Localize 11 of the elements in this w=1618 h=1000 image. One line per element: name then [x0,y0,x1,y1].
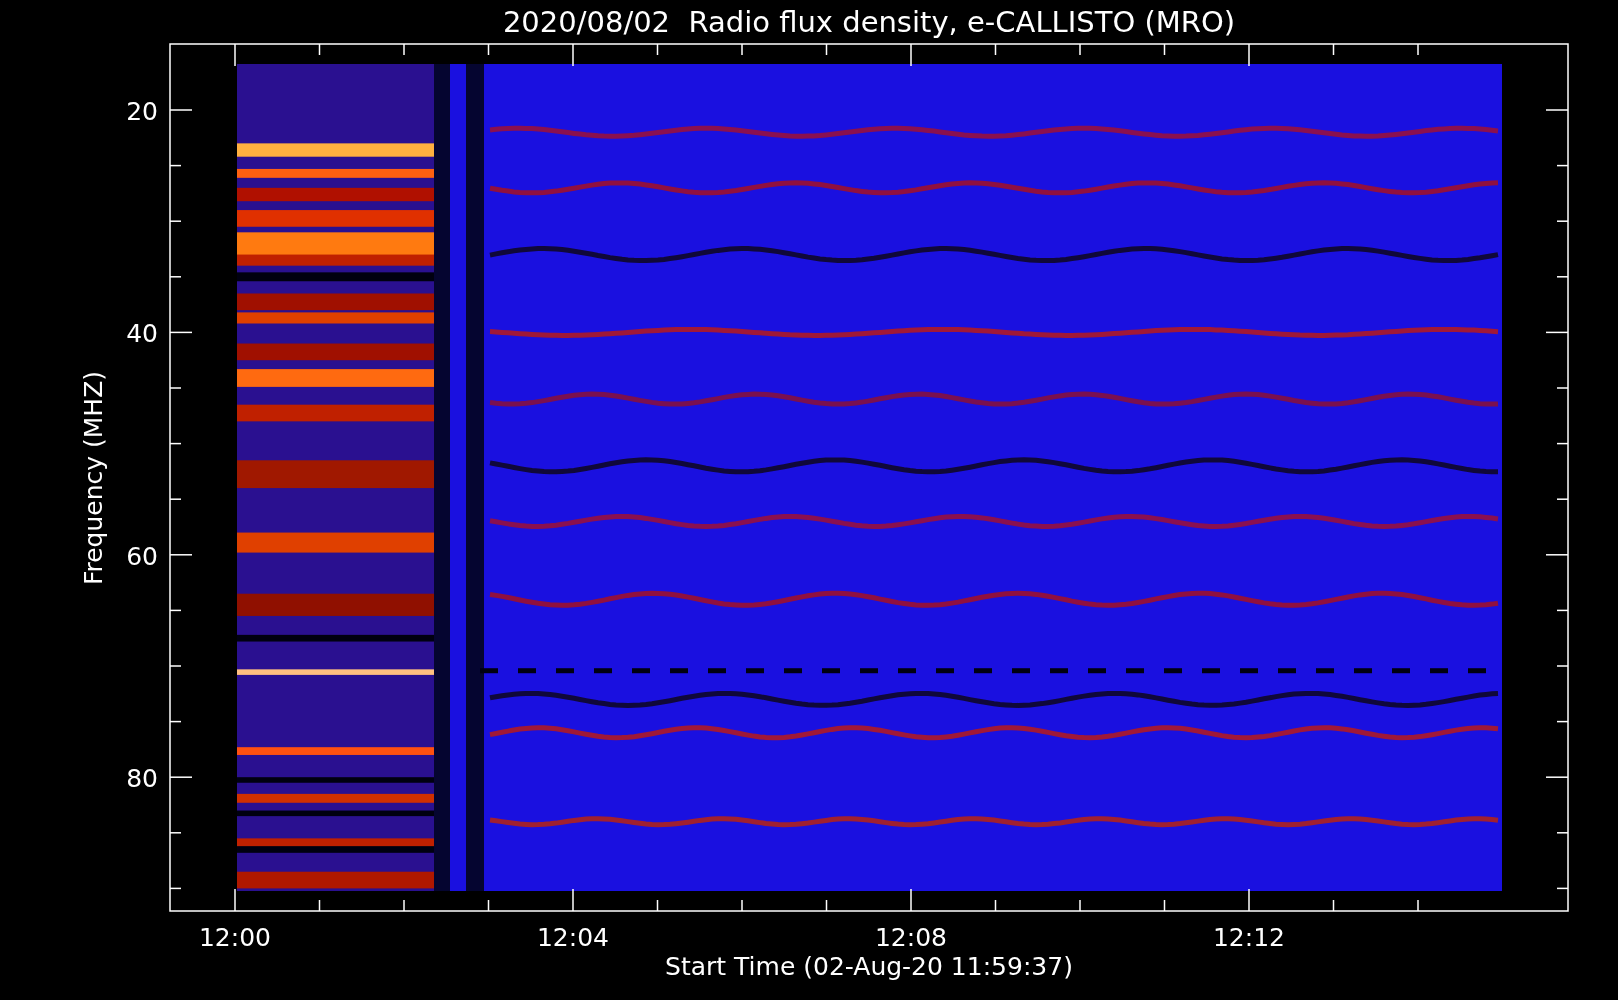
chart-title: 2020/08/02 Radio flux density, e-CALLISTO (MRO) [502,5,1236,39]
axis-tick-label: 12:00 [199,923,271,952]
axis-tick-label: 12:12 [1213,923,1285,952]
axis-tick-label: 80 [126,764,158,794]
axis-tick-label: 20 [126,97,158,126]
axis-tick-label: 40 [126,319,158,349]
axis-label: Frequency (MHZ) [79,370,108,586]
axis-tick-label: 60 [126,541,158,571]
axis-tick-label: 12:08 [875,923,947,952]
axis-label: Start Time (02-Aug-20 11:59:37) [665,952,1073,981]
axis-tick-label: 12:04 [537,923,609,952]
